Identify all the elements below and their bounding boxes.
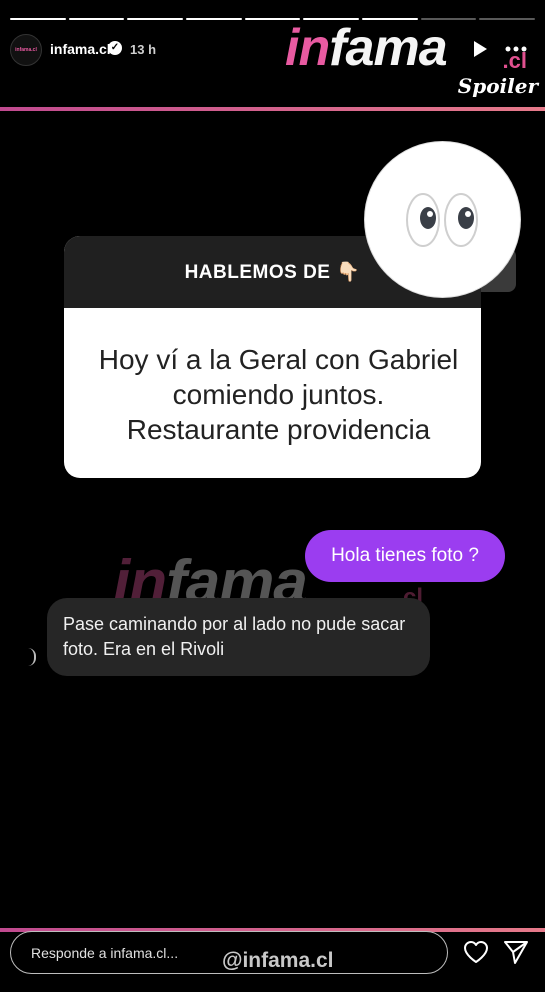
more-options-icon[interactable]: [505, 40, 527, 54]
spoiler-tag: Spoiler: [457, 74, 538, 98]
top-divider: [0, 107, 545, 111]
verified-badge-icon: ✓: [108, 41, 122, 55]
eyes-icon: [405, 192, 478, 247]
eyes-sticker: [365, 142, 520, 297]
timestamp: 13 h: [130, 42, 157, 57]
username[interactable]: infama.cl: [50, 41, 111, 57]
handle-watermark: @infama.cl: [222, 949, 334, 972]
logo-part-white: fama: [329, 19, 447, 77]
story-progress-segment: [68, 18, 125, 20]
logo-part-pink: in: [285, 19, 330, 77]
story-progress-segment: [10, 18, 66, 20]
reply-placeholder: Responde a infama.cl...: [31, 944, 179, 961]
avatar[interactable]: infama.cl: [10, 34, 42, 66]
chat-indicator-icon: [28, 648, 36, 666]
incoming-message: Pase caminando por al lado no pude sacar…: [47, 598, 430, 676]
heart-icon[interactable]: [463, 940, 489, 964]
avatar-text: infama.cl: [15, 47, 37, 53]
story-progress-segment: [127, 18, 184, 20]
send-icon[interactable]: [503, 939, 529, 965]
question-card-title: HABLEMOS DE 👇🏻: [184, 262, 361, 283]
play-icon[interactable]: [472, 40, 488, 58]
question-card-answer: Hoy ví a la Geral con Gabriel comiendo j…: [98, 344, 459, 445]
story-progress-segment: [186, 18, 242, 20]
outgoing-message-text: Hola tienes foto ?: [331, 545, 479, 566]
outgoing-message: Hola tienes foto ?: [305, 530, 505, 582]
infama-logo: infama .cl: [285, 20, 535, 80]
